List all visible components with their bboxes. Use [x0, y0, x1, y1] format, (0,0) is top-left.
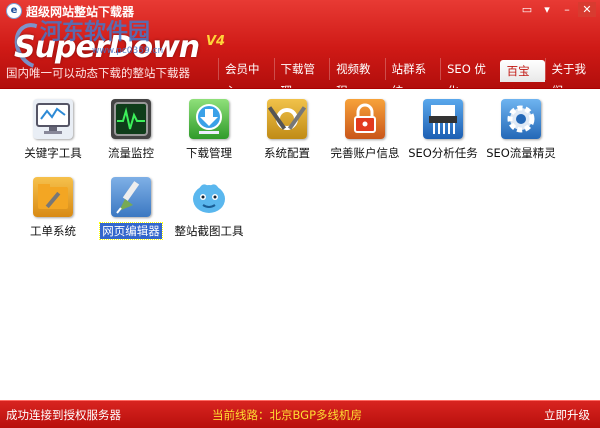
- main-tabs: 会员中心 下载管理 视频教程 站群系统 SEO 优化 百宝箱 关于我们: [218, 58, 600, 82]
- connection-status: 成功连接到授权服务器: [6, 407, 121, 423]
- folder-tools-icon: [33, 177, 73, 217]
- tool-label: 工单系统: [28, 223, 78, 239]
- tools-gear-icon: [267, 99, 307, 139]
- watermark: 河东软件园: [40, 14, 150, 46]
- tool-seo-analysis[interactable]: SEO分析任务: [401, 99, 485, 161]
- tool-download-manager[interactable]: 下载管理: [167, 99, 251, 161]
- blue-bird-icon: [189, 177, 229, 217]
- tool-system-config[interactable]: 系统配置: [245, 99, 329, 161]
- tab-site-group[interactable]: 站群系统: [385, 58, 441, 80]
- status-bar: 成功连接到授权服务器 当前线路：北京BGP多线机房 立即升级: [0, 400, 600, 428]
- tab-download-manager[interactable]: 下载管理: [274, 58, 330, 80]
- minimize-button[interactable]: –: [558, 2, 576, 17]
- tool-label: 下载管理: [184, 145, 234, 161]
- tool-label: SEO分析任务: [406, 145, 480, 161]
- app-header: e 超级网站整站下载器 ▭ ▾ – ✕ SuperDown V4 河东软件园 w…: [0, 0, 600, 88]
- tool-label: 系统配置: [262, 145, 312, 161]
- tab-toolbox[interactable]: 百宝箱: [500, 60, 545, 82]
- tool-ticket-system[interactable]: 工单系统: [11, 177, 95, 239]
- tool-seo-traffic[interactable]: SEO流量精灵: [479, 99, 563, 161]
- heartbeat-monitor-icon: [111, 99, 151, 139]
- close-button[interactable]: ✕: [578, 2, 596, 17]
- tool-label: 整站截图工具: [173, 223, 246, 239]
- monitor-chart-icon: [33, 99, 73, 139]
- slogan: 国内唯一可以动态下载的整站下载器: [6, 65, 190, 81]
- shredder-icon: [423, 99, 463, 139]
- tool-label: 完善账户信息: [329, 145, 402, 161]
- tool-site-screenshot[interactable]: 整站截图工具: [167, 177, 251, 239]
- watermark-url: www.pc0359.cn: [92, 46, 163, 56]
- feedback-icon[interactable]: ▭: [518, 2, 536, 17]
- tab-member-center[interactable]: 会员中心: [218, 58, 274, 80]
- gear-icon: [501, 99, 541, 139]
- tool-label: SEO流量精灵: [484, 145, 558, 161]
- tab-about[interactable]: 关于我们: [545, 58, 600, 80]
- tool-account-info[interactable]: 完善账户信息: [323, 99, 407, 161]
- tool-label: 网页编辑器: [100, 223, 162, 239]
- current-line-status: 当前线路：北京BGP多线机房: [212, 407, 362, 423]
- tool-keyword[interactable]: 关键字工具: [11, 99, 95, 161]
- download-arrow-icon: [189, 99, 229, 139]
- tab-video-tutorials[interactable]: 视频教程: [329, 58, 385, 80]
- upgrade-link[interactable]: 立即升级: [544, 407, 590, 423]
- version-label: V4: [206, 34, 225, 49]
- tool-web-editor[interactable]: 网页编辑器: [89, 177, 173, 239]
- lock-icon: [345, 99, 385, 139]
- app-icon: e: [6, 3, 22, 19]
- tool-traffic-monitor[interactable]: 流量监控: [89, 99, 173, 161]
- brush-pen-icon: [111, 177, 151, 217]
- tab-seo[interactable]: SEO 优化: [440, 58, 499, 80]
- toolbox-panel: 关键字工具 流量监控 下载管理 系统配置 完善账户信息: [0, 88, 600, 401]
- menu-icon[interactable]: ▾: [538, 2, 556, 17]
- tool-label: 流量监控: [106, 145, 156, 161]
- tool-label: 关键字工具: [22, 145, 84, 161]
